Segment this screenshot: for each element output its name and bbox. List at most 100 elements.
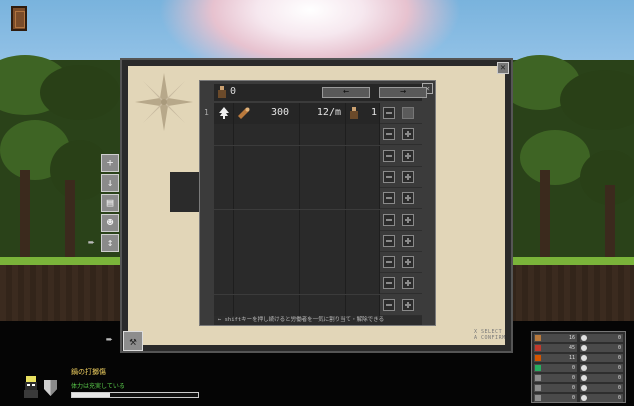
add-worker-button[interactable]: [402, 107, 414, 119]
health-bar-fill: [72, 393, 110, 397]
add-worker-button[interactable]: [402, 149, 414, 162]
resource-value: 0: [571, 385, 575, 391]
stone-icon: [535, 385, 541, 391]
resource-value: 0: [617, 355, 621, 361]
person-icon: ☻: [106, 216, 114, 229]
tree-icon: [219, 107, 229, 119]
add-worker-button[interactable]: [402, 277, 414, 290]
add-worker-button[interactable]: [402, 192, 414, 205]
character-avatar: [24, 376, 38, 398]
add-worker-button[interactable]: [402, 256, 414, 269]
book-tool-button[interactable]: ▤: [101, 194, 119, 212]
map-dark-region: [170, 172, 200, 212]
row-assigned: 1: [370, 107, 377, 118]
down-arrow-tool-button[interactable]: ↓: [101, 174, 119, 192]
resource-slot: 11: [534, 354, 577, 362]
controls-hint: X SELECT A CONFIRM: [474, 329, 506, 341]
arrow-down-icon: ↓: [106, 176, 114, 189]
resource-slot: 0: [534, 394, 577, 402]
arrow-pointer-icon-bottom: ➨: [106, 333, 113, 346]
remove-worker-button[interactable]: [383, 213, 395, 226]
cloud-icon: [581, 395, 587, 401]
next-page-button[interactable]: →: [379, 87, 427, 98]
job-list: 1 300 12/m 1: [204, 103, 422, 316]
cloud-icon: [581, 385, 587, 391]
resource-value: 0: [617, 385, 621, 391]
confirm-hint: A CONFIRM: [474, 335, 506, 341]
worker-tool-button[interactable]: ☻: [101, 214, 119, 232]
resource-value: 0: [617, 375, 621, 381]
resource-slot: 0: [534, 364, 577, 372]
stone-icon: [535, 375, 541, 381]
stone-icon: [535, 395, 541, 401]
resource-value: 0: [617, 395, 621, 401]
resource-slot: 0: [580, 344, 623, 352]
fruit-icon: [535, 355, 541, 361]
crosshair-tool-button[interactable]: +: [101, 154, 119, 172]
door-icon[interactable]: [11, 6, 27, 31]
remove-worker-button[interactable]: [383, 149, 395, 162]
resource-value: 0: [571, 365, 575, 371]
hammer-tool-button[interactable]: ⚒: [123, 331, 143, 351]
book-icon: ▤: [106, 196, 114, 209]
arrow-pointer-icon: ➨: [88, 236, 95, 249]
resource-slot: 0: [534, 384, 577, 392]
log-icon: [535, 335, 541, 341]
resource-value: 0: [617, 365, 621, 371]
resource-value: 45: [568, 345, 575, 351]
resource-panel: 16 0 45 0 11 0 0 0 0 0 0 0 0 0: [531, 331, 626, 403]
remove-worker-button[interactable]: [383, 128, 395, 141]
resource-slot: 0: [534, 374, 577, 382]
resource-value: 0: [617, 335, 621, 341]
empty-job-row: [214, 209, 422, 231]
prev-page-button[interactable]: ←: [322, 87, 370, 98]
add-worker-button[interactable]: [402, 128, 414, 141]
resource-value: 16: [568, 335, 575, 341]
add-worker-button[interactable]: [402, 298, 414, 311]
resource-value: 0: [571, 395, 575, 401]
health-bar: [71, 392, 199, 398]
cloud-icon: [581, 365, 587, 371]
resource-slot: 0: [580, 374, 623, 382]
resource-slot: 0: [580, 364, 623, 372]
remove-worker-button[interactable]: [383, 107, 395, 119]
add-worker-button[interactable]: [402, 170, 414, 183]
hammer-icon: ⚒: [129, 334, 137, 348]
resource-value: 11: [568, 355, 575, 361]
empty-job-row: [214, 188, 422, 210]
arrow-updown-icon: ↕: [106, 236, 114, 249]
add-worker-button[interactable]: [402, 234, 414, 247]
log-icon: [238, 107, 250, 119]
empty-job-row: [214, 145, 422, 167]
cloud-icon: [581, 375, 587, 381]
worker-count: 0: [230, 86, 237, 97]
remove-worker-button[interactable]: [383, 277, 395, 290]
map-close-button[interactable]: ✕: [497, 62, 509, 74]
remove-worker-button[interactable]: [383, 298, 395, 311]
dialog-header: 0 ← →: [214, 84, 427, 101]
crosshair-icon: +: [106, 156, 114, 169]
remove-worker-button[interactable]: [383, 170, 395, 183]
empty-job-row: [214, 294, 422, 316]
shift-hint-bar: ← shiftキーを押し続けると労働者を一気に割り当て・解除できる: [214, 316, 422, 325]
shield-icon: [44, 380, 57, 396]
character-name: 鍋の打擲傷: [71, 368, 106, 376]
remove-worker-button[interactable]: [383, 256, 395, 269]
resource-slot: 0: [580, 354, 623, 362]
worker-icon: [218, 86, 226, 98]
resource-value: 0: [571, 375, 575, 381]
resource-slot: 45: [534, 344, 577, 352]
leaf-icon: [535, 365, 541, 371]
empty-job-row: [214, 252, 422, 274]
empty-job-row: [214, 166, 422, 188]
resource-slot: 0: [580, 394, 623, 402]
worker-assignment-dialog: ✕ 0 ← → 1 300 12/m 1 ← shiftキーを押し続けると労働者…: [199, 80, 436, 326]
empty-job-row: [214, 124, 422, 146]
character-status: 体力は充実している: [71, 383, 125, 390]
add-worker-button[interactable]: [402, 213, 414, 226]
job-row: 1 300 12/m 1: [204, 103, 422, 124]
row-amount: 300: [270, 107, 289, 118]
remove-worker-button[interactable]: [383, 192, 395, 205]
remove-worker-button[interactable]: [383, 234, 395, 247]
vertical-arrow-tool-button[interactable]: ↕: [101, 234, 119, 252]
